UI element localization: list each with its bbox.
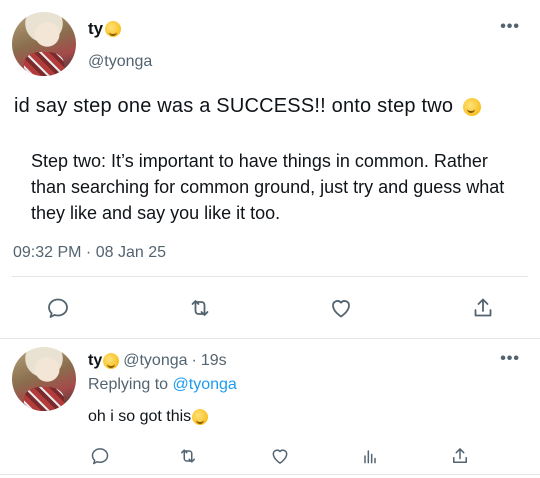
reply-icon — [48, 298, 68, 318]
pensive-face-emoji — [462, 97, 481, 116]
avatar[interactable] — [12, 347, 76, 411]
author-name[interactable]: ty — [88, 352, 120, 370]
like-icon — [332, 300, 350, 318]
quoted-text: Step two: It’s important to have things … — [31, 151, 505, 223]
tweet-timestamp[interactable]: 09:32 PM · 08 Jan 25 — [13, 244, 166, 262]
smirking-face-emoji — [192, 409, 209, 425]
share-icon — [453, 448, 467, 463]
display-name: ty — [88, 19, 104, 38]
author-handle[interactable]: @tyonga — [123, 352, 187, 370]
author-handle[interactable]: @tyonga — [88, 53, 152, 71]
like-button[interactable] — [327, 294, 355, 322]
replying-label: Replying to — [88, 376, 169, 393]
reply-text: oh i so got this — [88, 408, 209, 426]
replying-to: Replying to @tyonga — [88, 376, 237, 394]
analytics-icon — [364, 450, 376, 464]
reply-button[interactable] — [86, 442, 114, 470]
money-mouth-face-emoji — [105, 21, 122, 37]
avatar[interactable] — [12, 12, 76, 76]
reply-text-content: oh i so got this — [88, 408, 192, 425]
separator-dot: · — [191, 352, 197, 369]
display-name: ty — [88, 352, 103, 369]
reply-time[interactable]: 19s — [201, 352, 227, 370]
analytics-button[interactable] — [356, 442, 384, 470]
tweet-text-content: id say step one was a SUCCESS!! onto ste… — [14, 95, 454, 117]
retweet-icon — [191, 300, 209, 316]
retweet-icon — [181, 449, 195, 463]
divider — [0, 474, 540, 475]
reply-header: ty @tyonga · 19s — [88, 352, 227, 370]
divider — [12, 276, 528, 277]
divider — [0, 338, 540, 339]
money-mouth-face-emoji — [103, 353, 120, 369]
more-options-icon[interactable]: ••• — [500, 18, 520, 36]
retweet-button[interactable] — [186, 294, 214, 322]
like-icon — [272, 449, 288, 464]
reply-button[interactable] — [44, 294, 72, 322]
share-button[interactable] — [446, 442, 474, 470]
author-name[interactable]: ty — [88, 19, 122, 39]
reply-icon — [91, 448, 109, 465]
tweet-text: id say step one was a SUCCESS!! onto ste… — [14, 95, 481, 118]
more-options-icon[interactable]: ••• — [500, 350, 520, 368]
retweet-button[interactable] — [174, 442, 202, 470]
share-button[interactable] — [469, 294, 497, 322]
like-button[interactable] — [266, 442, 294, 470]
main-tweet: ty @tyonga ••• id say step one was a SUC… — [0, 0, 540, 338]
share-icon — [474, 298, 492, 317]
replying-handle-link[interactable]: @tyonga — [173, 376, 237, 393]
